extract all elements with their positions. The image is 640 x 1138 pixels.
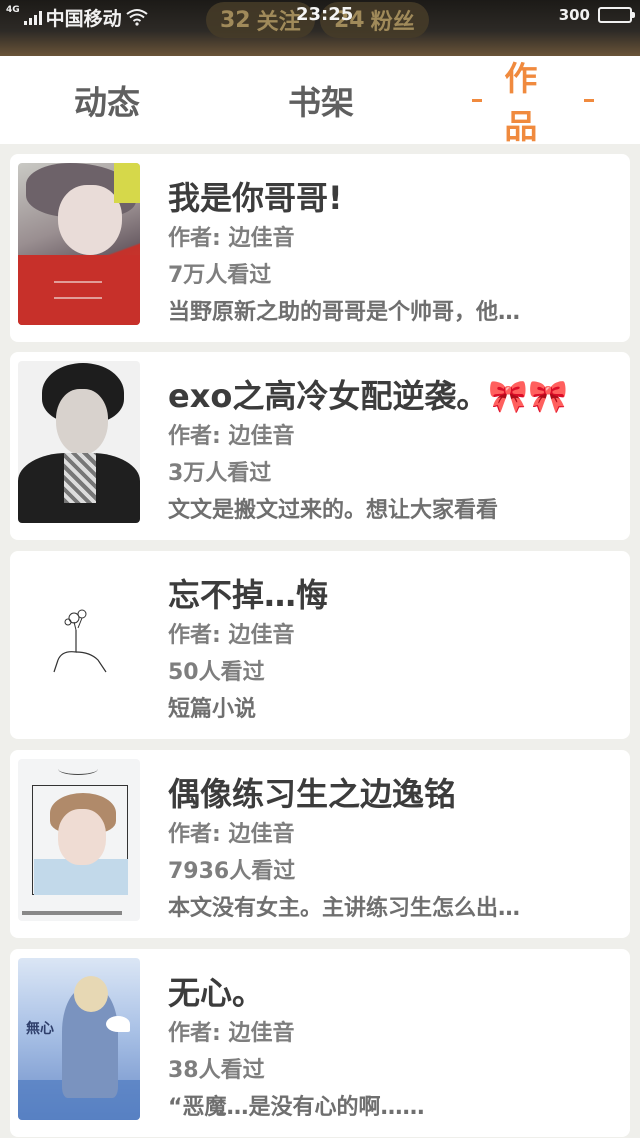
work-summary: 文文是搬文过来的。想让大家看看 [168,498,499,523]
work-card[interactable]: 我是你哥哥! 作者: 边佳音 7万人看过 当野原新之助的哥哥是个帅哥，他… [10,154,630,342]
work-summary: 短篇小说 [168,697,257,722]
follow-label: 关注 [256,10,301,35]
work-title: 忘不掉…悔 [168,576,329,614]
carrier-name: 中国移动 [45,7,122,30]
work-card[interactable]: 無心 无心。 作者: 边佳音 38人看过 “恶魔…是没有心的啊…… [10,949,630,1137]
work-views: 3万人看过 [168,461,272,486]
work-summary: 本文没有女主。主讲练习生怎么出… [168,896,521,921]
fans-label: 粉丝 [370,10,415,35]
status-bar: 4G 中国移动 32 关注 24 粉丝 23:25 300 [0,0,640,56]
work-title: 无心。 [168,974,265,1012]
book-cover-image [18,361,140,523]
tab-bar: 动态 书架 作品 [0,56,640,146]
work-info: 忘不掉…悔 作者: 边佳音 50人看过 短篇小说 [168,573,610,728]
work-info: 偶像练习生之边逸铭 作者: 边佳音 7936人看过 本文没有女主。主讲练习生怎么… [168,772,610,927]
work-summary: “恶魔…是没有心的啊…… [168,1095,425,1120]
work-title: 偶像练习生之边逸铭 [168,775,457,813]
tab-label: 书架 [288,83,354,122]
work-views: 50人看过 [168,660,265,685]
tab-shujia[interactable]: 书架 [254,56,388,144]
active-tab-indicator-left [472,98,483,102]
work-title: exo之高冷女配逆袭。🎀🎀 [168,377,569,415]
follow-count: 32 [220,7,251,33]
tab-zuopin[interactable]: 作品 [450,56,616,146]
work-author: 作者: 边佳音 [168,424,295,449]
work-card[interactable]: 忘不掉…悔 作者: 边佳音 50人看过 短篇小说 [10,551,630,739]
signal-icon [23,9,42,25]
book-cover-image: 無心 [18,958,140,1120]
battery-text: 300 [558,6,590,24]
book-cover-image [18,560,140,722]
work-author: 作者: 边佳音 [168,822,295,847]
tab-label: 动态 [74,83,140,122]
work-info: 无心。 作者: 边佳音 38人看过 “恶魔…是没有心的啊…… [168,971,610,1126]
wifi-icon [126,9,148,26]
status-right: 300 [558,6,635,24]
work-info: exo之高冷女配逆袭。🎀🎀 作者: 边佳音 3万人看过 文文是搬文过来的。想让大… [168,374,610,529]
active-tab-indicator-right [583,98,595,102]
book-cover-image [18,759,140,921]
tab-label: 作品 [504,59,538,146]
battery-icon [598,7,635,23]
tab-dongtai[interactable]: 动态 [40,56,174,144]
work-card[interactable]: 偶像练习生之边逸铭 作者: 边佳音 7936人看过 本文没有女主。主讲练习生怎么… [10,750,630,938]
status-left: 4G 中国移动 [6,4,148,30]
work-author: 作者: 边佳音 [168,623,295,648]
work-summary: 当野原新之助的哥哥是个帅哥，他… [168,300,521,325]
work-author: 作者: 边佳音 [168,1021,295,1046]
work-info: 我是你哥哥! 作者: 边佳音 7万人看过 当野原新之助的哥哥是个帅哥，他… [168,176,610,331]
work-views: 38人看过 [168,1058,265,1083]
status-time: 23:25 [296,4,354,25]
work-views: 7万人看过 [168,263,272,288]
cover-lettering: 無心 [26,1021,54,1037]
work-author: 作者: 边佳音 [168,226,295,251]
network-type: 4G [6,5,20,15]
book-cover-image [18,163,140,325]
work-views: 7936人看过 [168,859,296,884]
work-title: 我是你哥哥! [168,179,343,217]
work-card[interactable]: exo之高冷女配逆袭。🎀🎀 作者: 边佳音 3万人看过 文文是搬文过来的。想让大… [10,352,630,540]
